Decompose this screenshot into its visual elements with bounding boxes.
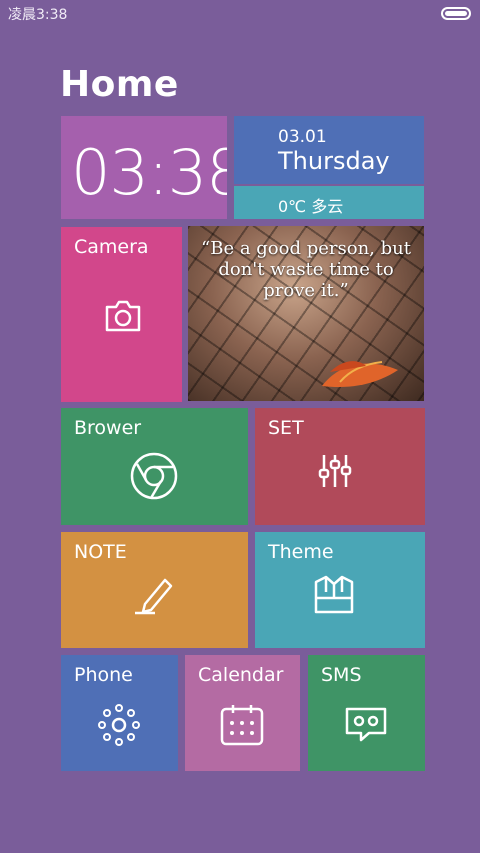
phone-tile[interactable]: Phone — [61, 655, 178, 771]
phone-label: Phone — [74, 664, 133, 686]
camera-icon — [105, 300, 141, 332]
theme-label: Theme — [268, 541, 334, 563]
browser-label: Brower — [74, 417, 142, 439]
photo-tile[interactable]: “Be a good person, but don't waste time … — [188, 226, 424, 401]
status-bar: 凌晨3:38 — [0, 0, 480, 26]
message-icon — [345, 707, 387, 742]
note-tile[interactable]: NOTE — [61, 532, 248, 648]
calendar-label: Calendar — [198, 664, 284, 686]
calendar-tile[interactable]: Calendar — [185, 655, 300, 771]
date-weekday: Thursday — [278, 147, 390, 175]
browser-tile[interactable]: Brower — [61, 408, 248, 525]
note-label: NOTE — [74, 541, 127, 563]
set-tile[interactable]: SET — [255, 408, 425, 525]
dialpad-icon — [98, 704, 140, 746]
leaf-image — [322, 361, 398, 388]
weather-tile[interactable]: 0℃ 多云 — [234, 186, 424, 219]
set-label: SET — [268, 417, 304, 439]
clock-tile[interactable]: 03:38 — [61, 116, 227, 219]
calendar-icon — [220, 705, 264, 746]
camera-label: Camera — [74, 236, 149, 258]
camera-tile[interactable]: Camera — [61, 227, 182, 402]
clock-time: 03:38 — [71, 136, 227, 209]
photo-quote: “Be a good person, but don't waste time … — [201, 238, 411, 301]
chrome-icon — [130, 452, 178, 500]
page-title: Home — [60, 64, 179, 105]
sms-label: SMS — [321, 664, 362, 686]
date-number: 03.01 — [278, 127, 327, 147]
status-time: 凌晨3:38 — [8, 7, 68, 23]
pencil-icon — [135, 578, 173, 615]
sms-tile[interactable]: SMS — [308, 655, 425, 771]
sliders-icon — [318, 455, 352, 487]
battery-icon — [441, 7, 471, 20]
date-tile[interactable]: 03.01 Thursday — [234, 116, 424, 184]
shirt-icon — [314, 575, 354, 614]
theme-tile[interactable]: Theme — [255, 532, 425, 648]
weather-text: 0℃ 多云 — [278, 197, 344, 216]
